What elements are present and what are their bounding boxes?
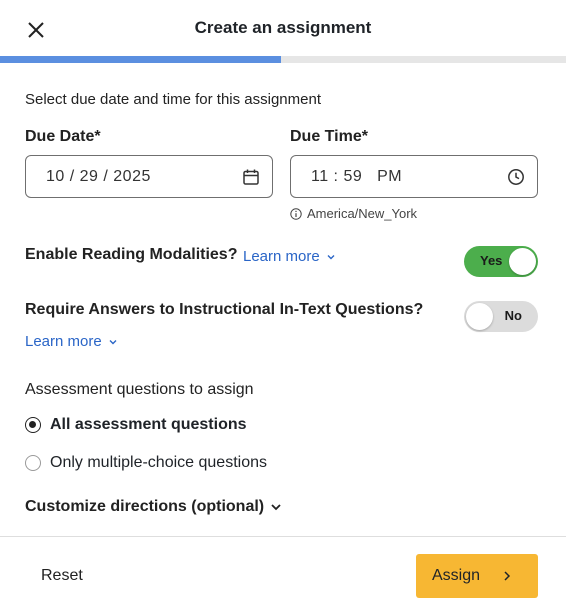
due-date-input[interactable]: 10 / 29 / 2025 — [25, 155, 273, 198]
radio-button[interactable] — [25, 417, 41, 433]
reset-button[interactable]: Reset — [41, 567, 83, 585]
learn-more-text: Learn more — [243, 248, 320, 265]
learn-more-text: Learn more — [25, 333, 102, 350]
reading-modalities-label: Enable Reading Modalities? — [25, 246, 238, 263]
radio-label: Only multiple-choice questions — [50, 454, 267, 471]
radio-only-multiple-choice[interactable]: Only multiple-choice questions — [25, 454, 267, 472]
close-button[interactable] — [26, 20, 46, 40]
toggle-knob — [509, 248, 536, 275]
radio-all-assessment-questions[interactable]: All assessment questions — [25, 416, 247, 434]
assign-button-label: Assign — [432, 567, 481, 584]
due-time-label: Due Time* — [290, 128, 368, 145]
assign-button[interactable]: Assign — [416, 554, 538, 598]
close-icon[interactable] — [26, 20, 46, 40]
due-date-value: 10 / 29 / 2025 — [46, 167, 151, 185]
calendar-icon[interactable] — [242, 168, 260, 186]
chevron-down-icon — [327, 254, 335, 259]
assessment-questions-label: Assessment questions to assign — [25, 381, 254, 398]
timezone-text: America/New_York — [307, 206, 418, 221]
toggle-state-label: No — [504, 308, 522, 323]
radio-button[interactable] — [25, 455, 41, 471]
modal-footer: Reset Assign — [0, 536, 566, 606]
info-icon — [290, 207, 302, 220]
due-date-label: Due Date* — [25, 128, 101, 145]
customize-directions-toggle[interactable]: Customize directions (optional) — [25, 498, 282, 516]
clock-icon[interactable] — [507, 168, 525, 186]
page-title: Create an assignment — [194, 18, 372, 37]
reading-modalities-toggle[interactable]: Yes — [464, 246, 538, 277]
schedule-instructions: Select due date and time for this assign… — [25, 91, 322, 108]
instructional-questions-learn-more[interactable]: Learn more — [25, 333, 118, 350]
modal-header: Create an assignment — [0, 0, 566, 56]
timezone-note: America/New_York — [290, 206, 417, 221]
chevron-down-icon — [109, 339, 117, 344]
due-time-input[interactable]: 11 : 59 PM — [290, 155, 538, 198]
instructional-questions-label: Require Answers to Instructional In-Text… — [25, 301, 424, 318]
reading-modalities-learn-more[interactable]: Learn more — [243, 248, 336, 265]
radio-label: All assessment questions — [50, 416, 247, 433]
toggle-state-label: Yes — [480, 253, 503, 268]
chevron-right-icon — [504, 571, 511, 581]
customize-directions-label: Customize directions (optional) — [25, 498, 265, 515]
toggle-knob — [466, 303, 493, 330]
progress-fill — [0, 56, 281, 63]
instructional-questions-toggle[interactable]: No — [464, 301, 538, 332]
progress-bar — [0, 56, 566, 63]
chevron-down-icon — [271, 504, 281, 511]
due-time-value: 11 : 59 PM — [311, 167, 403, 185]
